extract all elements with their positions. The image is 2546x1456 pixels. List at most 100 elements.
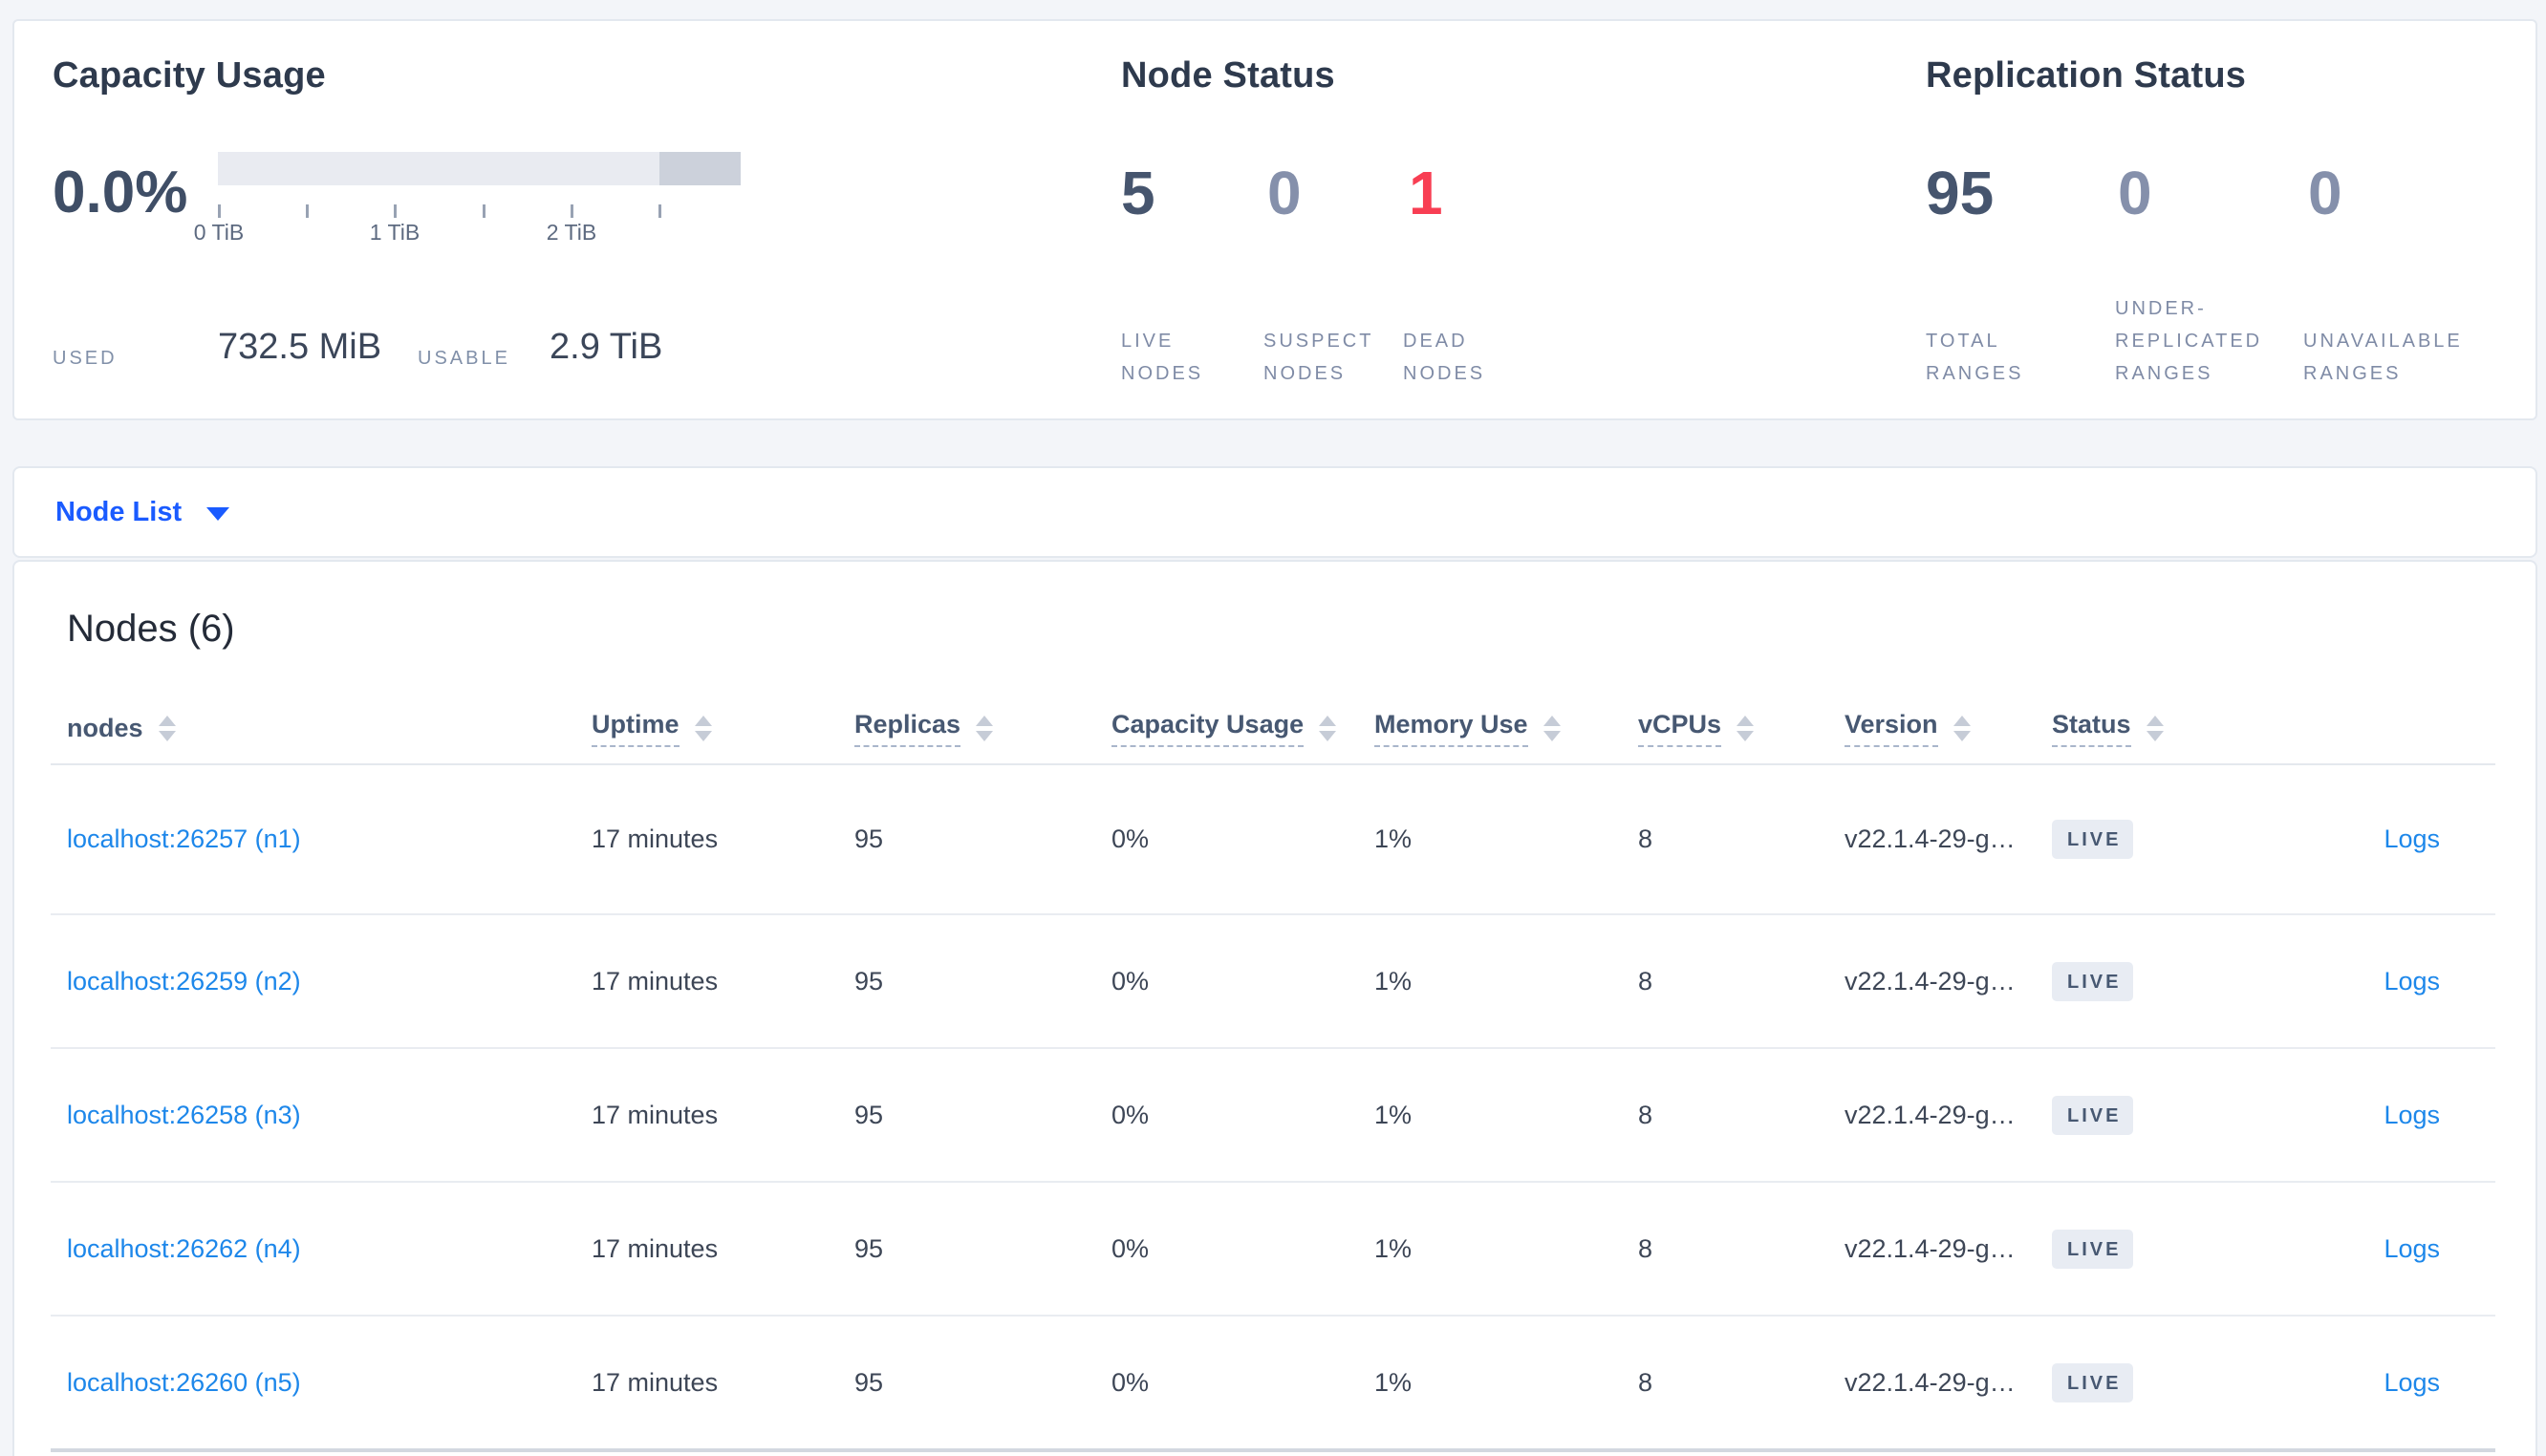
cell-version: v22.1.4-29-g… <box>1845 1367 2016 1397</box>
column-header-label: Capacity Usage <box>1111 710 1305 747</box>
column-header-memory[interactable]: Memory Use <box>1358 710 1622 747</box>
column-header-status[interactable]: Status <box>2036 710 2227 747</box>
column-header-address[interactable]: nodes <box>51 714 575 743</box>
cell-version: v22.1.4-29-g… <box>1845 1100 2016 1129</box>
node-address-link[interactable]: localhost:26262 (n4) <box>67 1234 301 1263</box>
replication-status-title: Replication Status <box>1926 55 2247 96</box>
cell-logs: Logs <box>2227 1101 2495 1130</box>
cell-vcpus: 8 <box>1638 824 1653 853</box>
cell-uptime: 17 minutes <box>592 824 719 853</box>
column-header-replicas[interactable]: Replicas <box>838 710 1095 747</box>
table-body: localhost:26257 (n1) 17 minutes 95 0% 1% 8 v22… <box>51 765 2495 1448</box>
sort-icon[interactable] <box>694 716 712 741</box>
table-row: localhost:26262 (n4) 17 minutes 95 0% 1% 8 v22… <box>51 1181 2495 1315</box>
cell-address: localhost:26258 (n3) <box>51 1101 575 1130</box>
status-badge: LIVE <box>2052 820 2134 859</box>
sort-icon[interactable] <box>158 716 176 741</box>
capacity-bar-end-segment <box>659 152 741 185</box>
logs-link[interactable]: Logs <box>2384 1101 2440 1130</box>
capacity-axis-label-0: 0 TiB <box>193 220 245 245</box>
table-row: localhost:26260 (n5) 17 minutes 95 0% 1% 8 v22… <box>51 1315 2495 1448</box>
sort-icon[interactable] <box>1737 716 1755 741</box>
cell-uptime: 17 minutes <box>592 966 719 996</box>
cell-vcpus: 8 <box>1638 1100 1653 1129</box>
cell-memory: 1% <box>1374 966 1413 996</box>
cell-logs: Logs <box>2227 1368 2495 1398</box>
table-row: localhost:26258 (n3) 17 minutes 95 0% 1% 8 v22… <box>51 1047 2495 1181</box>
cell-vcpus: 8 <box>1638 966 1653 996</box>
cell-memory: 1% <box>1374 1100 1413 1129</box>
column-header-label: vCPUs <box>1638 710 1722 747</box>
cell-memory: 1% <box>1374 1233 1413 1263</box>
logs-link[interactable]: Logs <box>2384 1368 2440 1398</box>
chevron-down-icon <box>206 507 230 521</box>
column-header-capacity[interactable]: Capacity Usage <box>1095 710 1358 747</box>
cell-status: LIVE <box>2036 1095 2227 1135</box>
table-header-row: nodes Uptime Replicas Capacity Usage Memory … <box>51 676 2495 765</box>
cell-address: localhost:26257 (n1) <box>51 824 575 854</box>
total-ranges-value: 95 <box>1926 159 1995 227</box>
column-header-label: Uptime <box>592 710 680 747</box>
cell-capacity: 0% <box>1111 966 1150 996</box>
column-header-version[interactable]: Version <box>1828 710 2036 747</box>
status-badge: LIVE <box>2052 961 2134 1001</box>
sort-icon[interactable] <box>2146 716 2164 741</box>
node-address-link[interactable]: localhost:26260 (n5) <box>67 1368 301 1397</box>
table-row: localhost:26259 (n2) 17 minutes 95 0% 1% 8 v22… <box>51 913 2495 1047</box>
total-ranges-label: TOTAL RANGES <box>1926 331 2024 384</box>
status-badge: LIVE <box>2052 1362 2134 1402</box>
capacity-axis-tick <box>306 204 309 218</box>
column-header-uptime[interactable]: Uptime <box>575 710 838 747</box>
cell-uptime: 17 minutes <box>592 1233 719 1263</box>
node-status-title: Node Status <box>1121 55 1335 96</box>
column-header-vcpus[interactable]: vCPUs <box>1622 710 1828 747</box>
logs-link[interactable]: Logs <box>2384 1234 2440 1264</box>
sort-icon[interactable] <box>1543 716 1561 741</box>
dead-nodes-value: 1 <box>1409 159 1443 227</box>
nodes-heading: Nodes (6) <box>67 608 235 650</box>
cell-address: localhost:26260 (n5) <box>51 1368 575 1398</box>
logs-link[interactable]: Logs <box>2384 824 2440 854</box>
cell-status: LIVE <box>2036 961 2227 1001</box>
capacity-used-value: 732.5 MiB <box>218 327 382 367</box>
cell-memory: 1% <box>1374 1367 1413 1397</box>
cell-address: localhost:26259 (n2) <box>51 967 575 996</box>
cell-replicas: 95 <box>854 1367 884 1397</box>
sort-icon[interactable] <box>1319 716 1337 741</box>
column-header-label: Replicas <box>854 710 961 747</box>
cell-version: v22.1.4-29-g… <box>1845 1233 2016 1263</box>
sort-icon[interactable] <box>1953 716 1971 741</box>
cell-vcpus: 8 <box>1638 1367 1653 1397</box>
capacity-axis-tick <box>483 204 485 218</box>
capacity-usage-title: Capacity Usage <box>53 55 326 96</box>
cell-logs: Logs <box>2227 824 2495 854</box>
status-badge: LIVE <box>2052 1095 2134 1135</box>
dead-nodes-label: DEAD NODES <box>1403 331 1486 384</box>
cell-vcpus: 8 <box>1638 1233 1653 1263</box>
logs-link[interactable]: Logs <box>2384 967 2440 996</box>
cell-uptime: 17 minutes <box>592 1100 719 1129</box>
capacity-percent-value: 0.0% <box>53 160 188 225</box>
sort-icon[interactable] <box>976 716 994 741</box>
column-header-label: nodes <box>67 714 143 742</box>
cell-uptime: 17 minutes <box>592 1367 719 1397</box>
cell-status: LIVE <box>2036 1362 2227 1402</box>
cell-logs: Logs <box>2227 1234 2495 1264</box>
cell-status: LIVE <box>2036 1229 2227 1269</box>
capacity-axis-tick <box>394 204 397 218</box>
cell-memory: 1% <box>1374 824 1413 853</box>
node-address-link[interactable]: localhost:26258 (n3) <box>67 1101 301 1129</box>
cell-replicas: 95 <box>854 1233 884 1263</box>
column-header-label: Memory Use <box>1374 710 1528 747</box>
column-header-label: Status <box>2052 710 2131 747</box>
capacity-axis-tick <box>218 204 221 218</box>
node-address-link[interactable]: localhost:26257 (n1) <box>67 824 301 853</box>
cell-capacity: 0% <box>1111 824 1150 853</box>
view-switcher-dropdown[interactable]: Node List <box>12 466 2537 558</box>
node-address-link[interactable]: localhost:26259 (n2) <box>67 967 301 996</box>
capacity-axis-label-2: 2 TiB <box>546 220 597 245</box>
capacity-usage-bar <box>218 152 741 185</box>
cell-replicas: 95 <box>854 824 884 853</box>
live-nodes-value: 5 <box>1121 159 1155 227</box>
cluster-summary-card: Capacity Usage 0.0% 0 TiB 1 TiB 2 TiB US… <box>12 19 2537 420</box>
